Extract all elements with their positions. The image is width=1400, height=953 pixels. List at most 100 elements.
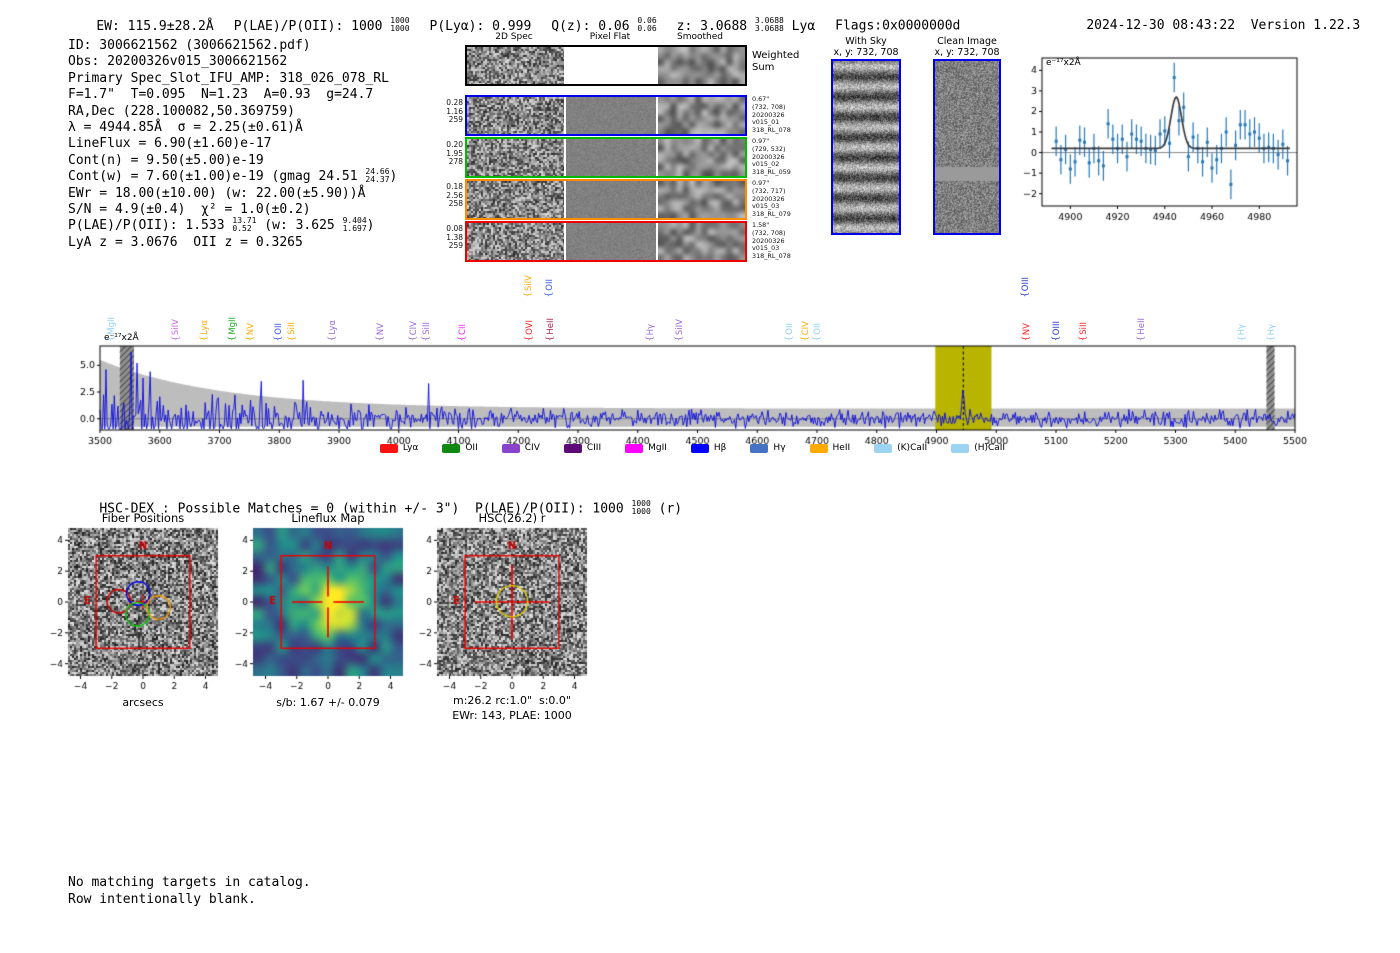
pixelflat-image bbox=[566, 139, 656, 176]
cutout-row-right-labels: 0.97" (732, 717) 20200326 v015_03 318_RL_079 bbox=[752, 179, 791, 219]
value-stack: 24.66 24.37 bbox=[365, 167, 390, 185]
info-line: λ = 4944.85Å σ = 2.25(±0.61)Å bbox=[68, 119, 303, 135]
legend-swatch bbox=[874, 443, 893, 453]
fiber-positions-title: Fiber Positions bbox=[101, 511, 185, 525]
pixelflat-image bbox=[566, 223, 656, 260]
value-stack: 13.71 0.52 bbox=[232, 216, 257, 234]
footer-line: Row intentionally blank. bbox=[68, 891, 256, 907]
info-line: LineFlux = 6.90(±1.60)e-17 bbox=[68, 136, 272, 152]
with-sky-coords: x, y: 732, 708 bbox=[833, 47, 899, 58]
emission-line-label: SiIV{ bbox=[523, 274, 534, 298]
with-sky-title: With Sky bbox=[845, 36, 887, 47]
emission-line-labels: MgII{SiIV{Lyα{MgII{NV{OII{SiII{Lyα{NV{CI… bbox=[100, 264, 1295, 344]
cutout-row-right-labels: 0.97" (729, 532) 20200326 v015_02 318_RL_059 bbox=[752, 137, 791, 177]
cutout-row-fiber bbox=[465, 179, 747, 220]
zoom-plot-units-label: e⁻¹⁷x2Å bbox=[1046, 58, 1081, 68]
legend-item: MgII bbox=[625, 443, 667, 453]
col-header-pixelflat: Pixel Flat bbox=[589, 32, 631, 42]
hsc-plae-stack: 1000 1000 bbox=[631, 499, 651, 516]
full-spectrum-plot bbox=[80, 336, 1330, 448]
zoom-spectrum-plot bbox=[1012, 48, 1344, 234]
qz-stack: 0.06 0.06 bbox=[637, 16, 657, 33]
info-line: Cont(n) = 9.50(±5.00)e-19 bbox=[68, 152, 264, 168]
clean-image bbox=[933, 59, 1001, 235]
cutout-row-left-labels: 0.18 2.56 258 bbox=[446, 182, 463, 209]
legend-item: Hβ bbox=[690, 443, 726, 453]
detection-info-block: ID: 3006621562 (3006621562.pdf) Obs: 2020… bbox=[68, 38, 397, 251]
smoothed-image bbox=[658, 47, 745, 84]
spec2d-image bbox=[467, 97, 564, 134]
cutout-row-left-labels: 0.20 1.95 278 bbox=[446, 140, 463, 167]
smoothed-image bbox=[658, 223, 745, 260]
cutout-row-fiber bbox=[465, 137, 747, 178]
header-version: Version 1.22.3 bbox=[1250, 18, 1361, 33]
info-line: RA,Dec (228.100082,50.369759) bbox=[68, 103, 295, 119]
lineflux-xlabel: s/b: 1.67 +/- 0.079 bbox=[276, 696, 380, 709]
legend-item: (H)CaII bbox=[951, 443, 1005, 453]
info-line: LyA z = 3.0676 OII z = 0.3265 bbox=[68, 234, 303, 250]
info-line: Obs: 20200326v015_3006621562 bbox=[68, 54, 288, 70]
info-line: Cont(w) = 7.60(±1.00)e-19 (gmag 24.51 24… bbox=[68, 167, 398, 185]
z-stack: 3.0688 3.0688 bbox=[754, 16, 784, 33]
emission-line-label: OII{ bbox=[544, 279, 555, 298]
legend-item: HeII bbox=[809, 443, 850, 453]
legend-swatch bbox=[750, 443, 769, 453]
with-sky-image bbox=[831, 59, 901, 235]
legend-item: CIV bbox=[501, 443, 540, 453]
legend-swatch bbox=[442, 443, 461, 453]
clean-image-coords: x, y: 732, 708 bbox=[934, 47, 1000, 58]
pixelflat-image bbox=[566, 97, 656, 134]
hsc-r-plot bbox=[413, 524, 591, 700]
smoothed-image bbox=[658, 139, 745, 176]
info-line: P(LAE)/P(OII): 1.533 13.71 0.52 (w: 3.625… bbox=[68, 216, 375, 234]
legend-swatch bbox=[625, 443, 644, 453]
info-line: Primary Spec_Slot_IFU_AMP: 318_026_078_R… bbox=[68, 70, 389, 86]
info-line: F=1.7" T=0.095 N=1.23 A=0.93 g=24.7 bbox=[68, 87, 374, 103]
footer-line: No matching targets in catalog. bbox=[68, 875, 311, 890]
legend-swatch bbox=[379, 443, 398, 453]
header-ew: EW: 115.9±28.2Å bbox=[96, 18, 214, 34]
legend-item: Lyα bbox=[379, 443, 418, 453]
header-flags: Flags:0x0000000d bbox=[835, 18, 961, 34]
legend-item: OII bbox=[442, 443, 478, 453]
cutout-row-right-labels: 0.67" (732, 708) 20200326 v015_01 318_RL_078 bbox=[752, 95, 791, 135]
elixer-report-page: EW: 115.9±28.2Å P(LAE)/P(OII): 1000 1000 1… bbox=[0, 0, 1400, 953]
lineflux-map-title: Lineflux Map bbox=[291, 511, 365, 525]
info-line: EWr = 18.00(±10.00) (w: 22.00(±5.90))Å bbox=[68, 185, 366, 201]
col-header-smoothed: Smoothed bbox=[677, 32, 723, 42]
header-timestamp: 2024-12-30 08:43:22 bbox=[1086, 18, 1236, 33]
spec2d-image bbox=[467, 47, 564, 84]
clean-image-title: Clean Image bbox=[937, 36, 997, 47]
spec2d-image bbox=[467, 223, 564, 260]
hsc-xlabel-2: EWr: 143, PLAE: 1000 bbox=[452, 709, 572, 722]
catalog-footer: No matching targets in catalog. Row inte… bbox=[68, 875, 311, 908]
cutout-row-left-labels: 0.28 1.16 259 bbox=[446, 98, 463, 125]
info-line: ID: 3006621562 (3006621562.pdf) bbox=[68, 38, 311, 53]
fiber-positions-plot bbox=[44, 524, 222, 700]
cutout-row-fiber bbox=[465, 95, 747, 136]
header-plae: P(LAE)/P(OII): 1000 1000 1000 bbox=[233, 16, 410, 34]
value-stack: 9.404 1.697 bbox=[342, 216, 367, 234]
plae-stack: 1000 1000 bbox=[390, 16, 410, 33]
hsc-xlabel-1: m:26.2 rc:1.0" s:0.0" bbox=[453, 694, 571, 707]
pixelflat-image bbox=[566, 181, 656, 218]
legend-item: CIII bbox=[563, 443, 601, 453]
lineflux-map-plot bbox=[229, 524, 407, 700]
hsc-r-title: HSC(26.2) r bbox=[478, 511, 546, 525]
emission-line-label: OIII{ bbox=[1020, 276, 1032, 298]
legend-swatch bbox=[690, 443, 709, 453]
cutout-row-right-labels: 1.58" (732, 708) 20200326 v015_03 318_RL_078 bbox=[752, 221, 791, 261]
fiber-xlabel: arcsecs bbox=[122, 696, 164, 709]
header-timestamp-version: 2024-12-30 08:43:22 Version 1.22.3 bbox=[1055, 3, 1360, 48]
cutout-row-fiber bbox=[465, 221, 747, 262]
legend-swatch bbox=[501, 443, 520, 453]
pixelflat-image bbox=[566, 47, 656, 84]
weighted-sum-label: Weighted Sum bbox=[752, 50, 800, 73]
legend-item: Hγ bbox=[750, 443, 786, 453]
legend-item: (K)CaII bbox=[874, 443, 927, 453]
cutout-row-weighted bbox=[465, 45, 747, 86]
smoothed-image bbox=[658, 181, 745, 218]
legend-swatch bbox=[951, 443, 970, 453]
spec2d-image bbox=[467, 181, 564, 218]
spectrum-legend: Lyα OII CIV CIII MgII Hβ Hγ HeII (K)CaII (H)CaII bbox=[90, 443, 1295, 453]
